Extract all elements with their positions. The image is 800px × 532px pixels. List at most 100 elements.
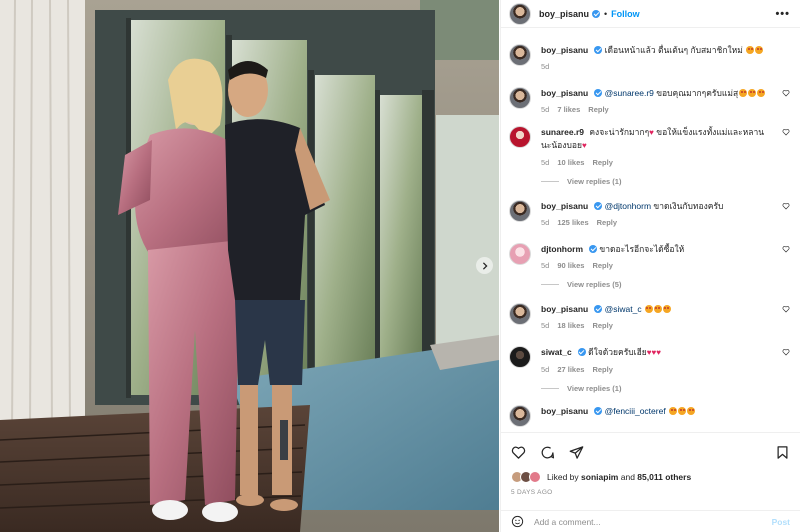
comment-likes[interactable]: 10 likes xyxy=(557,158,584,167)
chevron-right-icon xyxy=(482,261,488,270)
comment-likes[interactable]: 18 likes xyxy=(557,321,584,330)
avatar[interactable] xyxy=(509,303,531,325)
heart-icon[interactable] xyxy=(511,445,526,460)
reply-button[interactable]: Reply xyxy=(592,158,612,167)
comment-username[interactable]: boy_pisanu xyxy=(541,406,588,416)
likes-summary[interactable]: Liked by soniapim and 85,011 others xyxy=(511,471,790,483)
verified-icon xyxy=(589,245,598,253)
comment-username[interactable]: boy_pisanu xyxy=(541,88,588,98)
photo-illustration xyxy=(0,0,499,532)
reply-button[interactable]: Reply xyxy=(592,365,612,374)
comment-time: 5d xyxy=(541,218,550,227)
comment-likes[interactable]: 27 likes xyxy=(557,365,584,374)
avatar[interactable] xyxy=(509,126,531,148)
red-heart-emoji-icon: ♥♥♥ xyxy=(646,348,661,357)
comment-username[interactable]: sunaree.r9 xyxy=(541,127,584,137)
list-item: boy_pisanu @sunaree.r9 ขอบคุณมากๆครับแม่… xyxy=(509,87,792,114)
list-item: boy_pisanu @fenciii_octeref xyxy=(509,405,792,427)
avatar[interactable] xyxy=(509,44,531,66)
caption-body: เดือนหน้าแล้ว ตื่นเต้นๆ กับสมาชิกใหม่ xyxy=(604,45,743,55)
comment-likes[interactable]: 7 likes xyxy=(557,105,580,114)
comment-mention[interactable]: @djtonhorm xyxy=(605,201,651,211)
post-header: boy_pisanu • Follow ••• xyxy=(501,0,800,28)
liked-by-and: and xyxy=(620,472,635,482)
heart-eyes-emoji-icon xyxy=(687,407,696,415)
reply-button[interactable]: Reply xyxy=(592,261,612,270)
view-replies-button[interactable]: View replies (5) xyxy=(541,280,792,289)
liked-by-prefix: Liked by xyxy=(547,472,579,482)
verified-icon xyxy=(594,305,603,313)
comment-time: 5d xyxy=(541,365,550,374)
comment-text: ขอบคุณมากๆครับแม่สุ xyxy=(656,88,739,98)
comment-likes[interactable]: 90 likes xyxy=(557,261,584,270)
view-replies-button[interactable]: View replies (1) xyxy=(541,177,792,186)
comment-time: 5d xyxy=(541,321,550,330)
comment-text: ขาดเงินกับทองครับ xyxy=(653,201,724,211)
heart-eyes-emoji-icon xyxy=(757,89,766,97)
comments-list[interactable]: boy_pisanu เดือนหน้าแล้ว ตื่นเต้นๆ กับสม… xyxy=(501,29,800,430)
comment-mention[interactable]: @fenciii_octeref xyxy=(605,406,666,416)
post-comment-button[interactable]: Post xyxy=(772,517,790,527)
avatar[interactable] xyxy=(509,346,531,368)
comment-username[interactable]: boy_pisanu xyxy=(541,201,588,211)
heart-eyes-emoji-icon xyxy=(678,407,687,415)
comment-mention[interactable]: @siwat_c xyxy=(605,304,642,314)
verified-icon xyxy=(594,46,603,54)
heart-eyes-emoji-icon xyxy=(653,305,662,313)
avatar[interactable] xyxy=(509,87,531,109)
red-heart-emoji-icon: ♥ xyxy=(581,141,587,150)
heart-eyes-emoji-icon xyxy=(755,46,764,54)
bookmark-icon[interactable] xyxy=(775,445,790,460)
emoji-icon[interactable] xyxy=(511,515,524,528)
reply-button[interactable]: Reply xyxy=(597,218,617,227)
verified-icon xyxy=(592,9,601,18)
comment-time: 5d xyxy=(541,158,550,167)
view-replies-button[interactable]: View replies (1) xyxy=(541,384,792,393)
more-options-button[interactable]: ••• xyxy=(775,8,790,20)
heart-icon[interactable] xyxy=(782,202,790,210)
liked-by-count[interactable]: 85,011 others xyxy=(637,472,691,482)
reply-button[interactable]: Reply xyxy=(588,105,608,114)
post-side-panel: boy_pisanu • Follow ••• boy_pisanu เดือน… xyxy=(500,0,800,532)
comment-likes[interactable]: 125 likes xyxy=(557,218,588,227)
post-actions: Liked by soniapim and 85,011 others 5 DA… xyxy=(501,432,800,496)
reply-button[interactable]: Reply xyxy=(592,321,612,330)
list-item: djtonhorm ขาดอะไรอีกจะได้ซื้อให้ 5d 90 li… xyxy=(509,243,792,270)
comment-time: 5d xyxy=(541,261,550,270)
caption-time: 5d xyxy=(541,62,550,71)
heart-icon[interactable] xyxy=(782,348,790,356)
verified-icon xyxy=(577,348,586,356)
heart-icon[interactable] xyxy=(782,245,790,253)
heart-icon[interactable] xyxy=(782,128,790,136)
list-item: siwat_c ดีใจด้วยครับเฮีย♥♥♥ 5d 27 likes Re… xyxy=(509,346,792,374)
heart-eyes-emoji-icon xyxy=(644,305,653,313)
avatar[interactable] xyxy=(509,200,531,222)
avatar[interactable] xyxy=(509,243,531,265)
follow-button[interactable]: Follow xyxy=(611,9,640,19)
post-timestamp[interactable]: 5 DAYS AGO xyxy=(511,489,790,496)
post-author-username[interactable]: boy_pisanu xyxy=(539,9,589,19)
carousel-next-button[interactable] xyxy=(476,257,493,274)
comment-icon[interactable] xyxy=(540,445,555,460)
list-item: boy_pisanu @siwat_c 5d 18 likes Reply xyxy=(509,303,792,330)
comment-mention[interactable]: @sunaree.r9 xyxy=(605,88,654,98)
heart-eyes-emoji-icon xyxy=(739,89,748,97)
caption: boy_pisanu เดือนหน้าแล้ว ตื่นเต้นๆ กับสม… xyxy=(509,44,792,71)
list-item: sunaree.r9 คงจะน่ารักมากๆ♥ ขอให้แข็งแรงท… xyxy=(509,126,792,167)
heart-icon[interactable] xyxy=(782,89,790,97)
heart-eyes-emoji-icon xyxy=(748,89,757,97)
avatar[interactable] xyxy=(509,405,531,427)
heart-eyes-emoji-icon xyxy=(669,407,678,415)
avatar[interactable] xyxy=(509,2,531,25)
liked-by-user[interactable]: soniapim xyxy=(581,472,618,482)
comment-input[interactable] xyxy=(534,516,772,527)
heart-eyes-emoji-icon xyxy=(746,46,755,54)
comment-username[interactable]: siwat_c xyxy=(541,347,572,357)
comment-username[interactable]: djtonhorm xyxy=(541,244,583,254)
verified-icon xyxy=(594,202,603,210)
comment-username[interactable]: boy_pisanu xyxy=(541,304,588,314)
share-icon[interactable] xyxy=(569,445,584,460)
caption-username[interactable]: boy_pisanu xyxy=(541,45,588,55)
heart-icon[interactable] xyxy=(782,305,790,313)
post-photo[interactable] xyxy=(0,0,499,532)
